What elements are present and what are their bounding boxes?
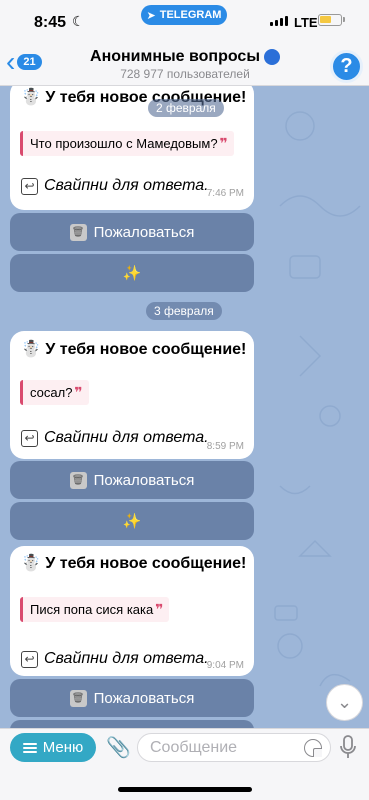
paperclip-icon[interactable]: 📎 bbox=[106, 735, 131, 760]
quote-mark-icon: ❞ bbox=[219, 135, 228, 151]
sparkle-button[interactable]: ✨ bbox=[10, 502, 254, 540]
clock: 8:45 bbox=[34, 14, 67, 31]
reply-arrow-icon: ↩ bbox=[21, 650, 38, 668]
message-input[interactable] bbox=[137, 733, 331, 762]
telegram-pill-label: TELEGRAM bbox=[159, 9, 222, 21]
sticker-icon[interactable] bbox=[304, 739, 322, 757]
composer-bar: Меню 📎 bbox=[0, 728, 369, 800]
avatar-glyph: ? bbox=[340, 55, 353, 77]
report-label: Пожаловаться bbox=[93, 689, 195, 707]
chat-title: Анонимные вопросы bbox=[90, 48, 280, 66]
chat-area[interactable]: ☃️ У тебя новое сообщение! Что произошло… bbox=[0, 86, 369, 728]
question-text: сосал? bbox=[30, 385, 73, 400]
swipe-hint-text: Свайпни для ответа. bbox=[44, 650, 209, 667]
report-button[interactable]: 🗑 Пожаловаться bbox=[10, 461, 254, 499]
message-time: 7:46 PM bbox=[206, 188, 244, 199]
network-type: LTE bbox=[294, 15, 318, 30]
chat-header: ‹ 21 Анонимные вопросы 728 977 пользоват… bbox=[0, 42, 369, 86]
chat-title-area[interactable]: Анонимные вопросы 728 977 пользователей bbox=[60, 48, 310, 81]
scroll-to-bottom-button[interactable]: ⌄ bbox=[326, 684, 363, 721]
microphone-icon[interactable] bbox=[340, 735, 356, 759]
bot-menu-button[interactable]: Меню bbox=[10, 733, 96, 762]
swipe-hint-text: Свайпни для ответа. bbox=[44, 177, 209, 194]
report-button[interactable]: 🗑 Пожаловаться bbox=[10, 213, 254, 251]
focus-moon-icon: ☾ bbox=[72, 13, 85, 29]
telegram-plane-icon: ➤ bbox=[146, 9, 156, 22]
sparkles-icon: ✨ bbox=[122, 513, 142, 530]
sparkles-icon: ✨ bbox=[122, 265, 142, 282]
message-time: 8:59 PM bbox=[206, 441, 244, 452]
chat-subtitle: 728 977 пользователей bbox=[120, 67, 250, 81]
reply-arrow-icon: ↩ bbox=[21, 177, 38, 195]
battery-icon bbox=[318, 14, 342, 26]
chat-title-text: Анонимные вопросы bbox=[90, 48, 260, 65]
message-bubble: ☃️ У тебя новое сообщение! сосал? ❞ ↩ Сва… bbox=[10, 331, 254, 459]
quote-mark-icon: ❞ bbox=[74, 384, 83, 400]
reply-arrow-icon: ↩ bbox=[21, 429, 38, 447]
question-text: Пися попа сися кака bbox=[30, 602, 154, 617]
message-heading: ☃️ У тебя новое сообщение! bbox=[21, 553, 246, 573]
telegram-return-pill[interactable]: ➤ TELEGRAM bbox=[141, 5, 227, 25]
question-text: Что произошло с Мамедовым? bbox=[30, 136, 218, 151]
sparkle-button[interactable]: ✨ bbox=[10, 254, 254, 292]
snowman-icon: ☃️ bbox=[21, 89, 41, 106]
swipe-hint: ↩ Свайпни для ответа. bbox=[21, 429, 209, 447]
message-time: 9:04 PM bbox=[206, 660, 244, 671]
swipe-hint-text: Свайпни для ответа. bbox=[44, 429, 209, 446]
trash-icon: 🗑 bbox=[69, 689, 87, 707]
message-heading-text: У тебя новое сообщение! bbox=[45, 555, 247, 572]
status-bar: 8:45 ☾ ➤ TELEGRAM LTE bbox=[0, 0, 369, 42]
menu-label: Меню bbox=[42, 739, 84, 756]
snowman-icon: ☃️ bbox=[21, 555, 41, 572]
back-button[interactable]: ‹ 21 bbox=[6, 46, 42, 77]
report-label: Пожаловаться bbox=[93, 223, 195, 241]
chevron-down-icon: ⌄ bbox=[336, 692, 353, 712]
swipe-hint: ↩ Свайпни для ответа. bbox=[21, 177, 209, 195]
question-quote: Что произошло с Мамедовым? ❞ bbox=[20, 131, 234, 156]
snowman-icon: ☃️ bbox=[21, 341, 41, 358]
home-indicator bbox=[118, 787, 252, 792]
trash-icon: 🗑 bbox=[69, 223, 87, 241]
date-separator: 2 февраля bbox=[148, 99, 224, 117]
chevron-left-icon: ‹ bbox=[6, 46, 16, 77]
message-heading-text: У тебя новое сообщение! bbox=[45, 341, 247, 358]
message-bubble: ☃️ У тебя новое сообщение! Пися попа сис… bbox=[10, 546, 254, 676]
message-heading: ☃️ У тебя новое сообщение! bbox=[21, 339, 246, 359]
question-quote: Пися попа сися кака ❞ bbox=[20, 597, 170, 622]
blue-circle-icon bbox=[263, 49, 280, 65]
trash-icon: 🗑 bbox=[69, 471, 87, 489]
bot-avatar[interactable]: ? bbox=[330, 50, 363, 83]
unread-count-badge: 21 bbox=[17, 54, 42, 70]
report-button[interactable]: 🗑 Пожаловаться bbox=[10, 679, 254, 717]
cell-signal-icon bbox=[270, 16, 288, 26]
question-quote: сосал? ❞ bbox=[20, 380, 89, 405]
sparkle-button-partial[interactable] bbox=[10, 720, 254, 728]
report-label: Пожаловаться bbox=[93, 471, 195, 489]
date-separator: 3 февраля bbox=[146, 302, 222, 320]
battery-nub bbox=[343, 17, 345, 22]
menu-lines-icon bbox=[22, 741, 37, 755]
swipe-hint: ↩ Свайпни для ответа. bbox=[21, 650, 209, 668]
quote-mark-icon: ❞ bbox=[155, 601, 164, 617]
